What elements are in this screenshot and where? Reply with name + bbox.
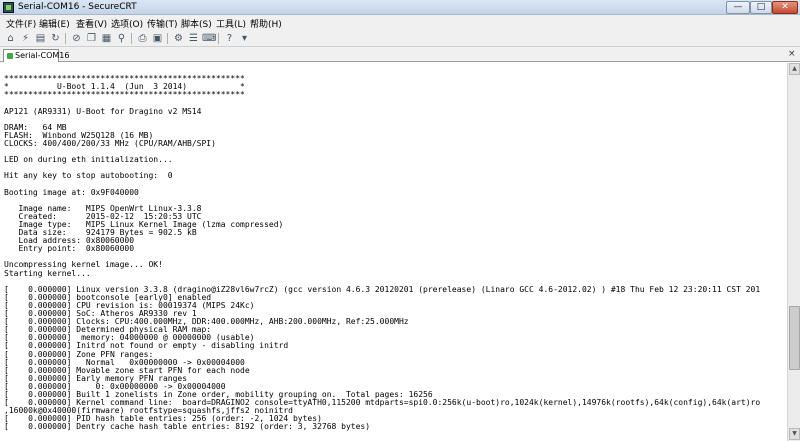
vertical-scrollbar[interactable]: ▲ ▼ bbox=[787, 63, 800, 441]
terminal-line: AP121 (AR9331) U-Boot for Dragino v2 MS1… bbox=[4, 106, 202, 116]
global-options-icon[interactable]: ☰ bbox=[187, 32, 200, 45]
disconnect-icon[interactable]: ⊘ bbox=[70, 32, 83, 45]
menu-view[interactable]: 查看(V) bbox=[76, 17, 107, 30]
scroll-up-arrow-icon[interactable]: ▲ bbox=[789, 63, 800, 75]
menu-tools[interactable]: 工具(L) bbox=[216, 17, 246, 30]
connect-icon[interactable]: ⌂ bbox=[4, 32, 17, 45]
menu-help[interactable]: 帮助(H) bbox=[250, 17, 282, 30]
securecrt-app-icon bbox=[3, 2, 14, 13]
help-icon[interactable]: ? bbox=[223, 32, 236, 45]
minimize-button[interactable]: — bbox=[726, 1, 750, 14]
toolbar-separator bbox=[218, 33, 219, 44]
quick-connect-icon[interactable]: ⚡ bbox=[19, 32, 32, 45]
terminal-line: [ 0.000000] Dentry cache hash table entr… bbox=[4, 422, 371, 432]
menu-bar: 文件(F) 编辑(E) 查看(V) 选项(O) 传输(T) 脚本(S) 工具(L… bbox=[0, 15, 800, 30]
terminal-line: Starting kernel... bbox=[4, 268, 91, 278]
session-options-icon[interactable]: ⚙ bbox=[172, 32, 185, 45]
menu-script[interactable]: 脚本(S) bbox=[181, 17, 212, 30]
terminal-line: LED on during eth initialization... bbox=[4, 155, 173, 165]
menu-file[interactable]: 文件(F) bbox=[6, 17, 36, 30]
paste-icon[interactable]: ▦ bbox=[100, 32, 113, 45]
terminal-output[interactable]: ****************************************… bbox=[0, 63, 787, 441]
terminal-line: ****************************************… bbox=[4, 90, 245, 100]
scroll-down-arrow-icon[interactable]: ▼ bbox=[789, 428, 800, 440]
toolbar-separator bbox=[65, 33, 66, 44]
close-tab-icon[interactable]: × bbox=[788, 49, 796, 59]
connect-tab-icon[interactable]: ▤ bbox=[34, 32, 47, 45]
menu-transfer[interactable]: 传输(T) bbox=[147, 17, 178, 30]
terminal-line: Booting image at: 0x9F040000 bbox=[4, 187, 139, 197]
terminal-line: Entry point: 0x80060000 bbox=[4, 244, 135, 254]
terminal-line: Hit any key to stop autobooting: 0 bbox=[4, 171, 173, 181]
print-icon[interactable]: ⎙ bbox=[136, 32, 149, 45]
toolbar-separator bbox=[167, 33, 168, 44]
title-bar: Serial-COM16 - SecureCRT — □ ✕ bbox=[0, 0, 800, 15]
connected-status-icon bbox=[7, 53, 13, 59]
more-icon[interactable]: ▾ bbox=[238, 32, 251, 45]
session-tab-strip: Serial-COM16 × bbox=[0, 47, 800, 62]
toolbar-separator bbox=[131, 33, 132, 44]
close-button[interactable]: ✕ bbox=[772, 1, 798, 14]
keymap-icon[interactable]: ⌨ bbox=[202, 32, 216, 45]
terminal-line: CLOCKS: 400/400/200/33 MHz (CPU/RAM/AHB/… bbox=[4, 138, 216, 148]
find-icon[interactable]: ⚲ bbox=[115, 32, 128, 45]
toolbar: ⌂ ⚡ ▤ ↻ ⊘ ❐ ▦ ⚲ ⎙ ▣ ⚙ ☰ ⌨ ? ▾ bbox=[0, 30, 800, 47]
reconnect-icon[interactable]: ↻ bbox=[49, 32, 62, 45]
menu-options[interactable]: 选项(O) bbox=[111, 17, 143, 30]
tab-label: Serial-COM16 bbox=[15, 51, 70, 60]
window-title: Serial-COM16 - SecureCRT bbox=[18, 2, 137, 12]
scrollbar-thumb[interactable] bbox=[789, 305, 800, 370]
menu-edit[interactable]: 编辑(E) bbox=[39, 17, 70, 30]
print-setup-icon[interactable]: ▣ bbox=[151, 32, 164, 45]
tab-serial-com16[interactable]: Serial-COM16 bbox=[3, 49, 70, 62]
copy-icon[interactable]: ❐ bbox=[85, 32, 98, 45]
maximize-button[interactable]: □ bbox=[750, 1, 772, 14]
